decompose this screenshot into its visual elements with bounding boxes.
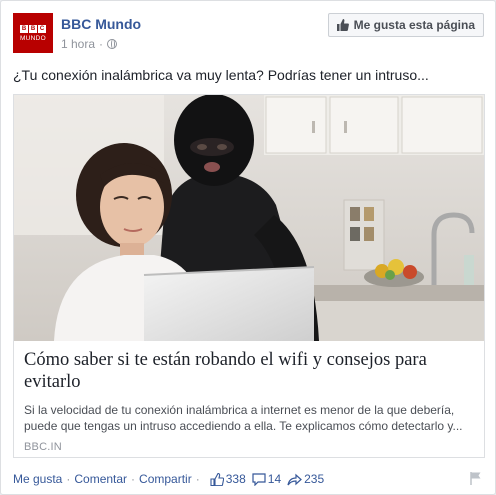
comments-count-value: 14 (267, 472, 282, 486)
flag-icon[interactable] (469, 471, 483, 488)
logo-text: MUNDO (19, 34, 47, 42)
like-link[interactable]: Me gusta (13, 472, 62, 486)
comments-count[interactable]: 14 (252, 472, 281, 486)
facebook-post-card: BBC MUNDO BBC Mundo 1 hora · Me gusta es… (0, 0, 496, 495)
link-description: Si la velocidad de tu conexión inalámbri… (24, 403, 463, 433)
likes-count[interactable]: 338 (210, 472, 246, 486)
share-icon (287, 473, 303, 486)
action-separator: · (131, 472, 136, 486)
like-page-button[interactable]: Me gusta esta página (327, 13, 484, 37)
share-link[interactable]: Compartir (139, 472, 192, 486)
article-photo[interactable] (14, 95, 484, 341)
post-timestamp[interactable]: 1 hora (61, 37, 95, 51)
page-name-link[interactable]: BBC Mundo (61, 16, 141, 32)
post-meta: 1 hora · (61, 37, 118, 51)
link-title[interactable]: Cómo saber si te están robando el wifi y… (24, 349, 474, 393)
comment-link[interactable]: Comentar (74, 472, 127, 486)
link-info[interactable]: Cómo saber si te están robando el wifi y… (14, 341, 484, 453)
post-actions-bar: Me gusta · Comentar · Compartir · 338 14… (13, 471, 483, 487)
likes-count-value: 338 (225, 472, 246, 486)
meta-separator: · (99, 37, 104, 51)
comment-icon (252, 472, 266, 486)
like-page-label: Me gusta esta página (353, 18, 475, 32)
action-separator: · (195, 472, 200, 486)
post-message: ¿Tu conexión inalámbrica va muy lenta? P… (13, 67, 429, 83)
photo-illustration (14, 95, 484, 341)
bbc-logo: BBC (20, 24, 46, 33)
link-attachment[interactable]: Cómo saber si te están robando el wifi y… (13, 94, 485, 458)
thumbs-up-icon (336, 19, 349, 31)
link-domain: BBC.IN (24, 441, 62, 453)
globe-icon[interactable] (107, 39, 118, 49)
action-separator: · (66, 472, 71, 486)
shares-count-value: 235 (304, 472, 325, 486)
page-avatar[interactable]: BBC MUNDO (13, 13, 53, 53)
shares-count[interactable]: 235 (287, 472, 324, 486)
post-header: BBC MUNDO BBC Mundo 1 hora · Me gusta es… (13, 13, 484, 55)
thumbs-up-icon (210, 472, 224, 486)
